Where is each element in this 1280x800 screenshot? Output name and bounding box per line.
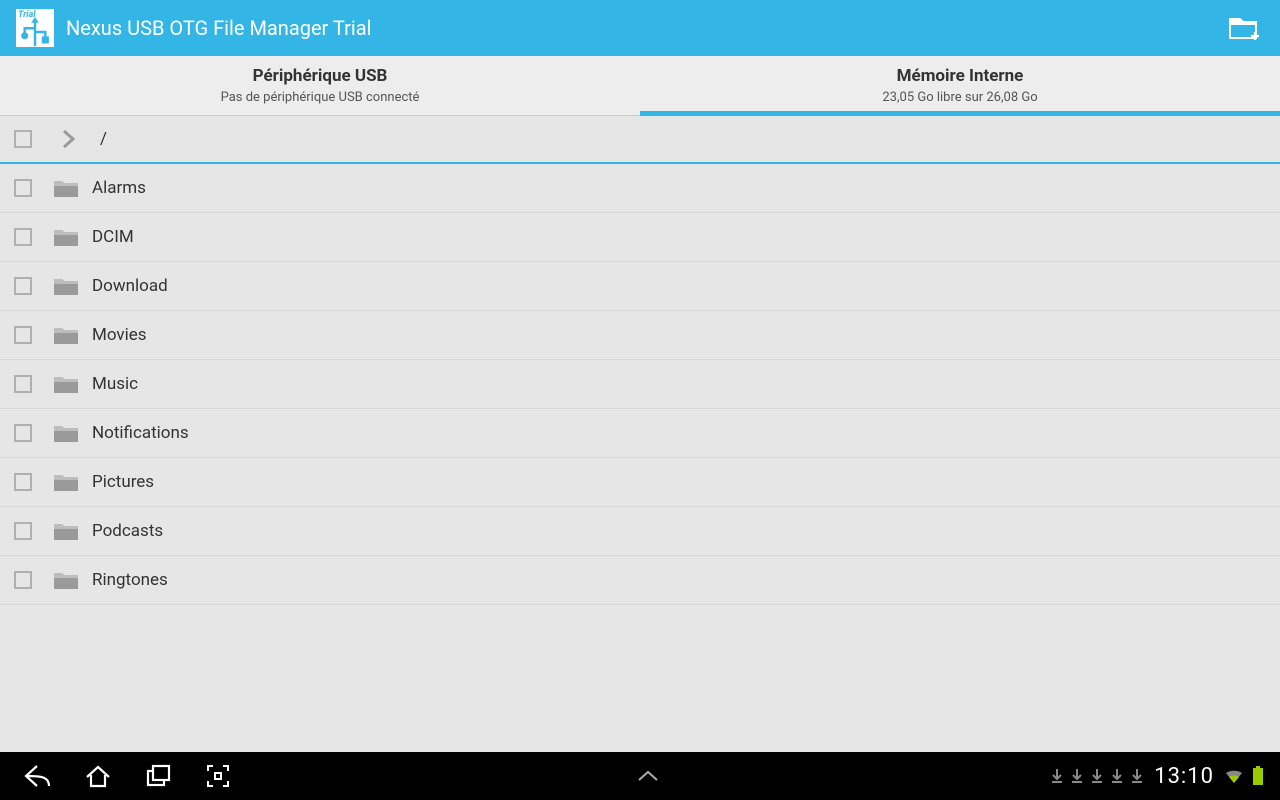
row-checkbox[interactable] xyxy=(14,473,32,491)
download-icon xyxy=(1108,767,1126,785)
nav-expand-button[interactable] xyxy=(634,762,662,790)
tab-usb-title: Périphérique USB xyxy=(253,66,388,86)
file-name: Alarms xyxy=(92,178,146,198)
file-name: Pictures xyxy=(92,472,154,492)
row-checkbox[interactable] xyxy=(14,375,32,393)
app-bar: Trial Nexus USB OTG File Manager Trial xyxy=(0,0,1280,56)
tab-internal-memory[interactable]: Mémoire Interne 23,05 Go libre sur 26,08… xyxy=(640,56,1280,115)
chevron-right-icon xyxy=(61,129,77,149)
folder-icon xyxy=(52,471,80,493)
path-row: / xyxy=(0,116,1280,164)
file-row[interactable]: Notifications xyxy=(0,409,1280,458)
file-name: Podcasts xyxy=(92,521,163,541)
folder-icon xyxy=(52,520,80,542)
nav-back-button[interactable] xyxy=(8,752,68,800)
nav-screenshot-button[interactable] xyxy=(188,752,248,800)
file-list[interactable]: Alarms DCIM Download Movies xyxy=(0,164,1280,752)
file-row[interactable]: Movies xyxy=(0,311,1280,360)
battery-icon xyxy=(1248,766,1268,786)
file-name: Download xyxy=(92,276,168,296)
tab-internal-title: Mémoire Interne xyxy=(897,66,1024,86)
tab-usb-device[interactable]: Périphérique USB Pas de périphérique USB… xyxy=(0,56,640,115)
download-icon xyxy=(1068,767,1086,785)
system-nav-bar: 13:10 xyxy=(0,752,1280,800)
file-name: Notifications xyxy=(92,423,189,443)
folder-icon xyxy=(52,226,80,248)
download-icon xyxy=(1128,767,1146,785)
folder-icon xyxy=(52,373,80,395)
home-icon xyxy=(84,763,112,789)
app-icon-trial-label: Trial xyxy=(18,10,36,20)
folder-icon xyxy=(52,324,80,346)
select-all-checkbox[interactable] xyxy=(14,130,32,148)
file-name: DCIM xyxy=(92,227,134,247)
usb-otg-icon xyxy=(19,17,51,47)
file-row[interactable]: Alarms xyxy=(0,164,1280,213)
row-checkbox[interactable] xyxy=(14,522,32,540)
screenshot-icon xyxy=(205,763,231,789)
storage-tabs: Périphérique USB Pas de périphérique USB… xyxy=(0,56,1280,116)
file-row[interactable]: Music xyxy=(0,360,1280,409)
file-row[interactable]: Pictures xyxy=(0,458,1280,507)
status-clock: 13:10 xyxy=(1154,764,1214,789)
tab-internal-subtitle: 23,05 Go libre sur 26,08 Go xyxy=(882,90,1037,105)
app-title: Nexus USB OTG File Manager Trial xyxy=(66,16,372,40)
row-checkbox[interactable] xyxy=(14,228,32,246)
tab-usb-subtitle: Pas de périphérique USB connecté xyxy=(221,90,420,105)
new-folder-button[interactable] xyxy=(1224,8,1264,48)
file-name: Movies xyxy=(92,325,147,345)
current-path: / xyxy=(100,129,107,149)
folder-icon xyxy=(52,275,80,297)
nav-home-button[interactable] xyxy=(68,752,128,800)
nav-recent-button[interactable] xyxy=(128,752,188,800)
file-row[interactable]: Download xyxy=(0,262,1280,311)
file-row[interactable]: Podcasts xyxy=(0,507,1280,556)
file-row[interactable]: DCIM xyxy=(0,213,1280,262)
app-icon: Trial xyxy=(16,9,54,47)
path-expand-button[interactable] xyxy=(52,122,86,156)
folder-icon xyxy=(52,569,80,591)
folder-plus-icon xyxy=(1229,15,1259,41)
row-checkbox[interactable] xyxy=(14,179,32,197)
status-area[interactable]: 13:10 xyxy=(1048,764,1272,789)
back-icon xyxy=(23,763,53,789)
chevron-up-icon xyxy=(636,769,660,783)
row-checkbox[interactable] xyxy=(14,571,32,589)
file-name: Ringtones xyxy=(92,570,168,590)
file-row[interactable]: Ringtones xyxy=(0,556,1280,605)
row-checkbox[interactable] xyxy=(14,326,32,344)
folder-icon xyxy=(52,422,80,444)
row-checkbox[interactable] xyxy=(14,424,32,442)
wifi-icon xyxy=(1224,766,1244,786)
recent-apps-icon xyxy=(144,764,172,788)
row-checkbox[interactable] xyxy=(14,277,32,295)
download-icon xyxy=(1088,767,1106,785)
file-name: Music xyxy=(92,374,138,394)
folder-icon xyxy=(52,177,80,199)
download-icon xyxy=(1048,767,1066,785)
